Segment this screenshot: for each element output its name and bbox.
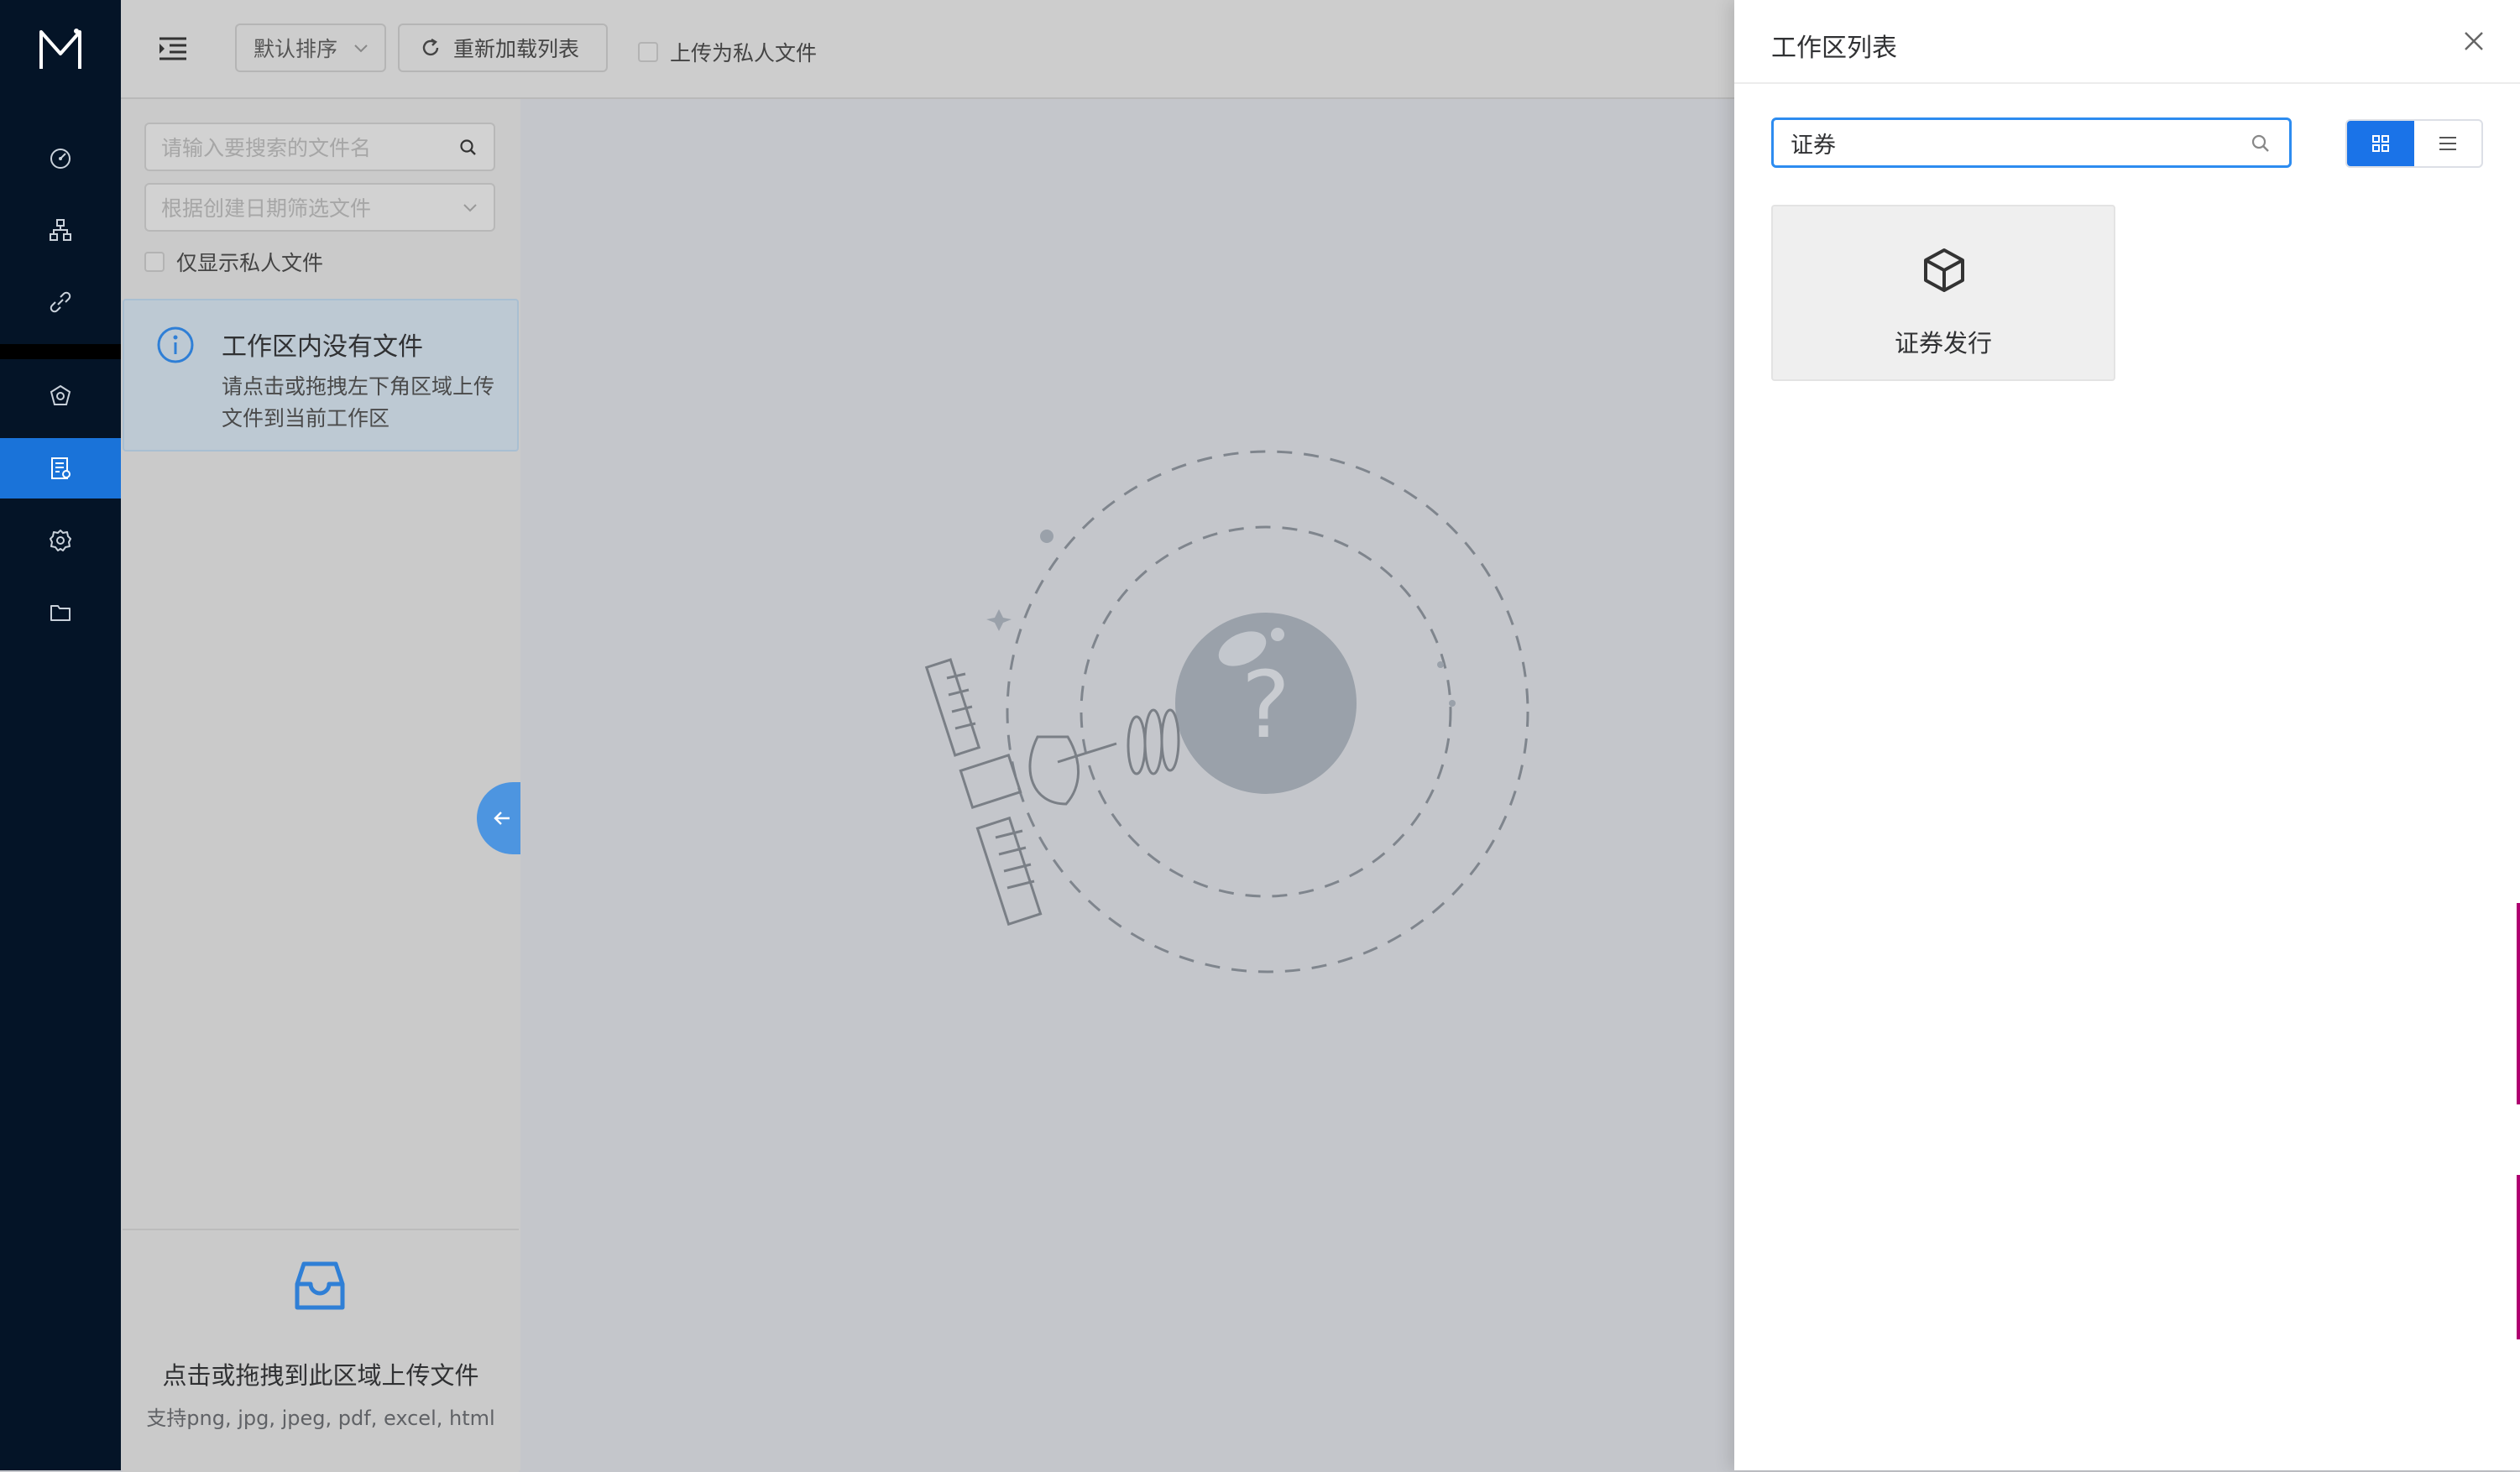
sidebar-item-settings[interactable]	[0, 510, 121, 571]
m-logo-icon[interactable]	[0, 0, 121, 99]
file-search-input[interactable]: 请输入要搜索的文件名	[144, 123, 495, 171]
drawer-title: 工作区列表	[1771, 34, 1897, 63]
search-icon[interactable]	[458, 138, 478, 158]
reload-list-label: 重新加载列表	[453, 37, 580, 61]
workspace-search-input[interactable]	[1771, 117, 2292, 168]
workspace-card[interactable]: 证券发行	[1771, 205, 2115, 381]
info-icon	[157, 326, 194, 363]
folder-icon	[50, 605, 71, 621]
date-filter-placeholder: 根据创建日期筛选文件	[161, 196, 372, 221]
preview-area: ?	[520, 99, 1734, 1470]
grid-icon	[2372, 135, 2389, 152]
shield-icon	[50, 384, 71, 405]
edge-artifact	[2517, 903, 2520, 1104]
sidebar-item-folder[interactable]	[0, 582, 121, 643]
empty-satellite-illustration: ?	[924, 450, 1529, 974]
upload-title: 点击或拖拽到此区域上传文件	[162, 1361, 479, 1390]
empty-files-alert: 工作区内没有文件 请点击或拖拽左下角区域上传文件到当前工作区	[123, 299, 519, 452]
refresh-icon	[422, 38, 439, 56]
menu-toggle-icon[interactable]	[156, 32, 190, 65]
document-list-icon	[51, 457, 71, 479]
checkbox-box[interactable]	[144, 252, 165, 272]
workspace-drawer: 工作区列表 证券发行	[1734, 0, 2520, 1470]
upload-dropzone[interactable]: 点击或拖拽到此区域上传文件 支持png, jpg, jpeg, pdf, exc…	[123, 1229, 519, 1472]
drawer-header: 工作区列表	[1734, 0, 2520, 84]
private-only-checkbox[interactable]: 仅显示私人文件	[144, 247, 323, 277]
upload-private-checkbox[interactable]: 上传为私人文件	[638, 37, 817, 67]
inbox-icon	[295, 1261, 345, 1310]
alert-description: 请点击或拖拽左下角区域上传文件到当前工作区	[222, 374, 495, 431]
reload-list-button[interactable]: 重新加载列表	[398, 23, 608, 72]
file-panel: 请输入要搜索的文件名 根据创建日期筛选文件 仅显示私人文件 工作区内没有文件 请…	[121, 99, 520, 1472]
chevron-down-icon	[463, 204, 477, 212]
alert-title: 工作区内没有文件	[222, 332, 423, 362]
org-chart-icon	[50, 219, 71, 241]
sidebar-divider	[0, 344, 121, 359]
arrow-left-icon	[494, 812, 510, 825]
list-view-button[interactable]	[2414, 121, 2481, 166]
date-filter-select[interactable]: 根据创建日期筛选文件	[144, 183, 495, 232]
sidebar	[0, 0, 121, 1470]
sidebar-item-link[interactable]	[0, 272, 121, 332]
svg-text:?: ?	[1242, 651, 1290, 759]
upload-hint: 支持png, jpg, jpeg, pdf, excel, html	[146, 1407, 495, 1430]
sidebar-item-security[interactable]	[0, 366, 121, 426]
file-search-placeholder: 请输入要搜索的文件名	[161, 136, 372, 160]
view-mode-toggle	[2345, 119, 2483, 168]
grid-view-button[interactable]	[2347, 121, 2414, 166]
top-toolbar: 默认排序 重新加载列表 上传为私人文件	[121, 0, 1734, 99]
chevron-down-icon	[354, 44, 368, 53]
dashboard-icon	[50, 149, 71, 169]
sort-select-value: 默认排序	[254, 37, 338, 61]
sidebar-item-documents[interactable]	[0, 438, 121, 498]
list-icon	[2439, 137, 2456, 150]
workspace-card-label: 证券发行	[1894, 329, 1992, 358]
upload-private-label: 上传为私人文件	[670, 41, 818, 65]
edge-artifact	[2517, 1175, 2520, 1339]
link-icon	[50, 291, 71, 313]
sidebar-item-dashboard[interactable]	[0, 128, 121, 188]
checkbox-box[interactable]	[638, 42, 658, 62]
search-icon[interactable]	[2250, 133, 2272, 154]
private-only-label: 仅显示私人文件	[176, 251, 324, 275]
sidebar-item-organization[interactable]	[0, 200, 121, 260]
close-icon[interactable]	[2461, 29, 2486, 54]
gear-icon	[50, 530, 71, 551]
sort-select[interactable]: 默认排序	[235, 23, 386, 72]
cube-icon	[1924, 248, 1964, 292]
